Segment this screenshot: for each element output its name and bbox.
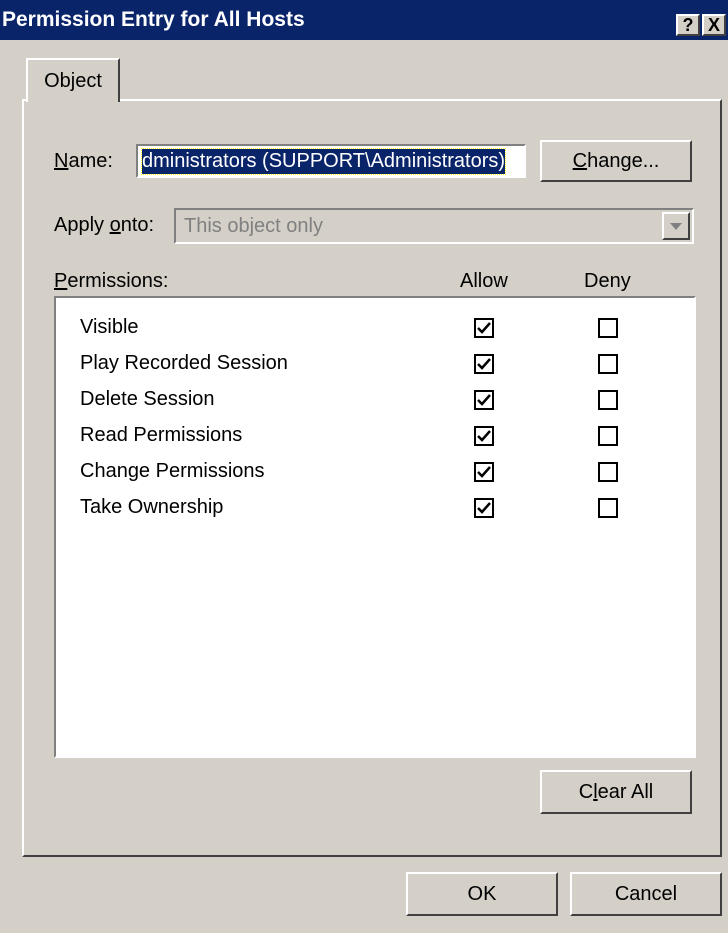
permissions-list[interactable]: Visible Play Recorded Session Delete Ses… [54, 296, 696, 758]
list-item: Take Ownership [56, 490, 694, 526]
apply-onto-label: Apply onto: [54, 214, 155, 236]
list-item: Play Recorded Session [56, 346, 694, 382]
allow-checkbox[interactable] [474, 426, 494, 446]
deny-checkbox[interactable] [598, 426, 618, 446]
allow-checkbox[interactable] [474, 318, 494, 338]
list-item: Delete Session [56, 382, 694, 418]
name-label: Name: [54, 150, 113, 172]
chevron-down-icon[interactable] [662, 212, 690, 240]
deny-checkbox[interactable] [598, 390, 618, 410]
allow-checkbox[interactable] [474, 498, 494, 518]
deny-checkbox[interactable] [598, 318, 618, 338]
name-value: dministrators (SUPPORT\Administrators) [140, 147, 507, 175]
list-item: Read Permissions [56, 418, 694, 454]
deny-checkbox[interactable] [598, 462, 618, 482]
permissions-label: Permissions: [54, 270, 169, 292]
tab-object-label: Object [44, 69, 102, 92]
name-field[interactable]: dministrators (SUPPORT\Administrators) [136, 144, 526, 178]
cancel-button[interactable]: Cancel [570, 872, 722, 916]
deny-checkbox[interactable] [598, 498, 618, 518]
window-title: Permission Entry for All Hosts [2, 8, 305, 31]
tab-object[interactable]: Object [26, 58, 120, 102]
allow-checkbox[interactable] [474, 390, 494, 410]
permission-name: Read Permissions [80, 424, 243, 446]
change-button[interactable]: Change... [540, 140, 692, 182]
deny-column-header: Deny [584, 270, 631, 292]
allow-checkbox[interactable] [474, 354, 494, 374]
clear-all-button[interactable]: Cl ear All [540, 770, 692, 814]
list-item: Change Permissions [56, 454, 694, 490]
allow-checkbox[interactable] [474, 462, 494, 482]
apply-onto-value: This object only [184, 214, 323, 237]
permission-name: Play Recorded Session [80, 352, 288, 374]
title-bar[interactable]: Permission Entry for All Hosts [0, 0, 728, 40]
permission-name: Delete Session [80, 388, 215, 410]
permission-name: Take Ownership [80, 496, 224, 518]
permission-name: Visible [80, 316, 139, 338]
close-button[interactable]: X [702, 14, 726, 36]
apply-onto-select[interactable]: This object only [174, 208, 694, 244]
permission-name: Change Permissions [80, 460, 265, 482]
list-item: Visible [56, 310, 694, 346]
help-button[interactable]: ? [676, 14, 700, 36]
deny-checkbox[interactable] [598, 354, 618, 374]
close-icon: X [707, 15, 720, 35]
allow-column-header: Allow [460, 270, 508, 292]
ok-button[interactable]: OK [406, 872, 558, 916]
